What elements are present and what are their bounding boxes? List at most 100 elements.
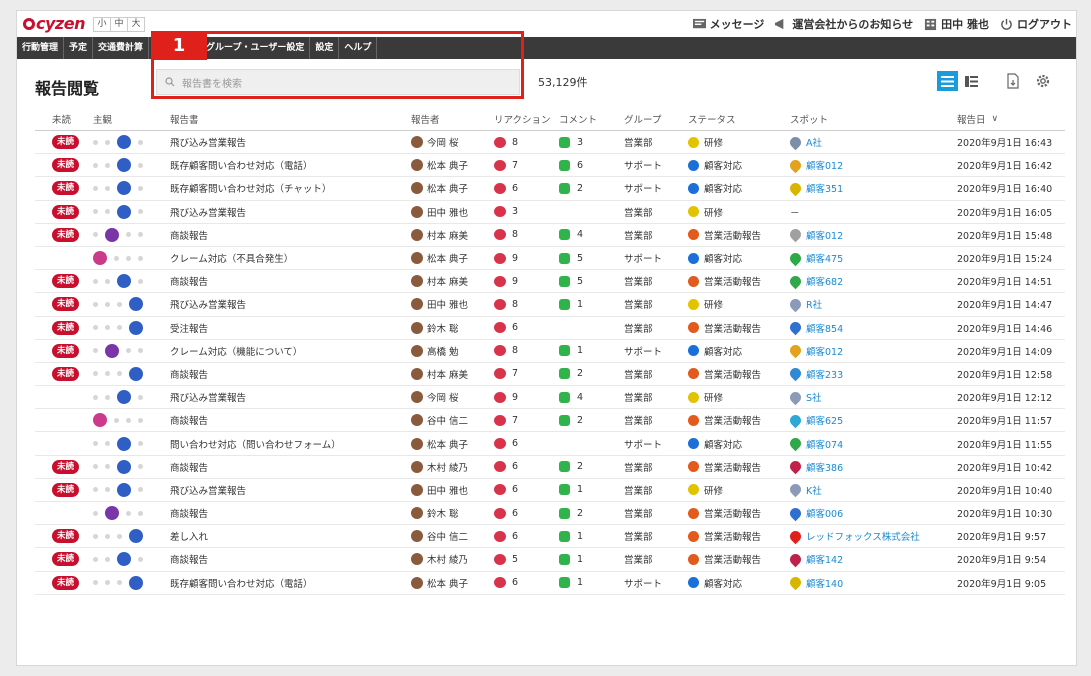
spot-cell[interactable]: 顧客854 [787, 317, 950, 339]
spot-link[interactable]: 顧客142 [806, 552, 843, 566]
report-title[interactable]: クレーム対応（不具合発生） [170, 247, 405, 269]
spot-link[interactable]: 顧客140 [806, 576, 843, 590]
messages-link[interactable]: メッセージ [692, 16, 764, 32]
table-row[interactable]: 未読 既存顧客問い合わせ対応（電話） 松本 典子 6 1 サポート 顧客対応 顧客140 202… [35, 572, 1065, 595]
report-title[interactable]: 飛び込み営業報告 [170, 386, 405, 408]
spot-cell[interactable]: K社 [787, 479, 950, 501]
user-link[interactable]: 田中 雅也 [923, 16, 989, 32]
col-group[interactable]: グループ [624, 107, 684, 130]
spot-link[interactable]: 顧客475 [806, 251, 843, 265]
spot-link[interactable]: S社 [806, 390, 822, 404]
report-title[interactable]: 商談報告 [170, 224, 405, 246]
col-subjective[interactable]: 主観 [93, 107, 163, 130]
font-size-small-button[interactable]: 小 [93, 17, 111, 32]
col-reaction[interactable]: リアクション [494, 107, 554, 130]
spot-cell[interactable]: 顧客142 [787, 548, 950, 570]
table-row[interactable]: 未読 商談報告 木村 綾乃 5 1 営業部 営業活動報告 顧客142 2020年9月1日 9:5… [35, 548, 1065, 572]
spot-cell[interactable]: R社 [787, 293, 950, 315]
report-title[interactable]: 飛び込み営業報告 [170, 131, 405, 153]
spot-cell[interactable]: 顧客625 [787, 409, 950, 431]
spot-link[interactable]: 顧客012 [806, 158, 843, 172]
table-row[interactable]: 未読 差し入れ 谷中 信二 6 1 営業部 営業活動報告 レッドフォックス株式会社 2020年9… [35, 525, 1065, 549]
nav-settings[interactable]: 設定 [310, 37, 340, 59]
col-comment[interactable]: コメント [559, 107, 619, 130]
spot-link[interactable]: R社 [806, 297, 822, 311]
spot-link[interactable]: 顧客682 [806, 274, 843, 288]
report-title[interactable]: 受注報告 [170, 317, 405, 339]
table-row[interactable]: 未読 既存顧客問い合わせ対応（チャット） 松本 典子 6 2 サポート 顧客対応 顧客351 2… [35, 177, 1065, 201]
table-row[interactable]: 未読 受注報告 鈴木 聡 6 営業部 営業活動報告 顧客854 2020年9月1日 14:46 [35, 317, 1065, 340]
report-title[interactable]: 既存顧客問い合わせ対応（チャット） [170, 177, 405, 199]
report-title[interactable]: 飛び込み営業報告 [170, 201, 405, 223]
spot-link[interactable]: レッドフォックス株式会社 [806, 529, 920, 543]
nav-help[interactable]: ヘルプ [339, 37, 378, 59]
table-row[interactable]: 商談報告 鈴木 聡 6 2 営業部 営業活動報告 顧客006 2020年9月1日 10:30 [35, 502, 1065, 526]
report-title[interactable]: 飛び込み営業報告 [170, 479, 405, 501]
search-input[interactable]: 報告書を検索 [156, 69, 520, 95]
spot-cell[interactable]: 顧客386 [787, 456, 950, 478]
col-report[interactable]: 報告書 [170, 107, 405, 130]
table-row[interactable]: 未読 商談報告 村本 麻美 9 5 営業部 営業活動報告 顧客682 2020年9月1日 14:… [35, 270, 1065, 294]
report-title[interactable]: 既存顧客問い合わせ対応（電話） [170, 572, 405, 594]
table-row[interactable]: 商談報告 谷中 信二 7 2 営業部 営業活動報告 顧客625 2020年9月1日 11:57 [35, 409, 1065, 433]
spot-link[interactable]: 顧客006 [806, 506, 843, 520]
nav-group-user-settings[interactable]: グループ・ユーザー設定 [201, 37, 311, 59]
spot-cell[interactable]: 顧客074 [787, 432, 950, 454]
table-row[interactable]: 未読 商談報告 村本 麻美 8 4 営業部 営業活動報告 顧客012 2020年9月1日 15:… [35, 224, 1065, 247]
table-row[interactable]: 未読 商談報告 木村 綾乃 6 2 営業部 営業活動報告 顧客386 2020年9月1日 10:… [35, 456, 1065, 479]
spot-link[interactable]: 顧客386 [806, 460, 843, 474]
detail-view-button[interactable] [961, 71, 982, 91]
report-title[interactable]: 商談報告 [170, 363, 405, 385]
table-row[interactable]: 未読 飛び込み営業報告 田中 雅也 3 営業部 研修 － 2020年9月1日 16:05 [35, 201, 1065, 224]
report-title[interactable]: 商談報告 [170, 456, 405, 478]
spot-link[interactable]: 顧客012 [806, 344, 843, 358]
spot-link[interactable]: A社 [806, 135, 822, 149]
report-title[interactable]: 商談報告 [170, 270, 405, 292]
col-reporter[interactable]: 報告者 [411, 107, 491, 130]
table-row[interactable]: 未読 商談報告 村本 麻美 7 2 営業部 営業活動報告 顧客233 2020年9月1日 12:… [35, 363, 1065, 387]
logout-link[interactable]: ログアウト [999, 16, 1072, 32]
table-row[interactable]: 未読 飛び込み営業報告 田中 雅也 8 1 営業部 研修 R社 2020年9月1日 14:47 [35, 293, 1065, 317]
nav-activity[interactable]: 行動管理 [17, 37, 65, 59]
spot-cell[interactable]: 顧客012 [787, 340, 950, 362]
notice-link[interactable]: 運営会社からのお知らせ [774, 16, 913, 32]
spot-cell[interactable]: 顧客140 [787, 572, 950, 594]
font-size-medium-button[interactable]: 中 [110, 17, 128, 32]
col-spot[interactable]: スポット [790, 107, 950, 130]
cyzen-logo[interactable]: cyzen [23, 14, 85, 33]
col-date[interactable]: 報告日 ∨ [957, 107, 1065, 130]
gear-icon[interactable] [1034, 72, 1052, 90]
nav-expense[interactable]: 交通費計算 [93, 37, 150, 59]
export-icon[interactable] [1004, 72, 1022, 90]
table-row[interactable]: 問い合わせ対応（問い合わせフォーム） 松本 典子 6 サポート 顧客対応 顧客074 202… [35, 432, 1065, 456]
nav-hidden-item[interactable] [149, 37, 202, 59]
table-row[interactable]: 未読 飛び込み営業報告 田中 雅也 6 1 営業部 研修 K社 2020年9月1日 10:40 [35, 479, 1065, 502]
spot-link[interactable]: K社 [806, 483, 822, 497]
report-title[interactable]: クレーム対応（機能について） [170, 340, 405, 362]
col-unread[interactable]: 未読 [52, 107, 92, 130]
spot-cell[interactable]: A社 [787, 131, 950, 153]
spot-cell[interactable]: 顧客012 [787, 224, 950, 246]
spot-cell[interactable]: 顧客233 [787, 363, 950, 385]
spot-link[interactable]: 顧客625 [806, 413, 843, 427]
spot-cell[interactable]: 顧客012 [787, 154, 950, 176]
col-status[interactable]: ステータス [688, 107, 788, 130]
spot-link[interactable]: 顧客233 [806, 367, 843, 381]
report-title[interactable]: 問い合わせ対応（問い合わせフォーム） [170, 432, 405, 454]
spot-cell[interactable]: 顧客475 [787, 247, 950, 269]
table-row[interactable]: 飛び込み営業報告 今岡 桜 9 4 営業部 研修 S社 2020年9月1日 12:12 [35, 386, 1065, 410]
table-row[interactable]: クレーム対応（不具合発生） 松本 典子 9 5 サポート 顧客対応 顧客475 2020年9月… [35, 247, 1065, 271]
list-view-button[interactable] [937, 71, 958, 91]
report-title[interactable]: 商談報告 [170, 548, 405, 570]
report-title[interactable]: 差し入れ [170, 525, 405, 547]
report-title[interactable]: 飛び込み営業報告 [170, 293, 405, 315]
spot-cell[interactable]: 顧客351 [787, 177, 950, 199]
spot-cell[interactable]: 顧客682 [787, 270, 950, 292]
spot-link[interactable]: 顧客854 [806, 321, 843, 335]
spot-cell[interactable]: S社 [787, 386, 950, 408]
spot-cell[interactable]: レッドフォックス株式会社 [787, 525, 950, 547]
spot-link[interactable]: 顧客012 [806, 228, 843, 242]
report-title[interactable]: 商談報告 [170, 409, 405, 431]
spot-link[interactable]: 顧客351 [806, 181, 843, 195]
table-row[interactable]: 未読 飛び込み営業報告 今岡 桜 8 3 営業部 研修 A社 2020年9月1日 16:43 [35, 131, 1065, 155]
